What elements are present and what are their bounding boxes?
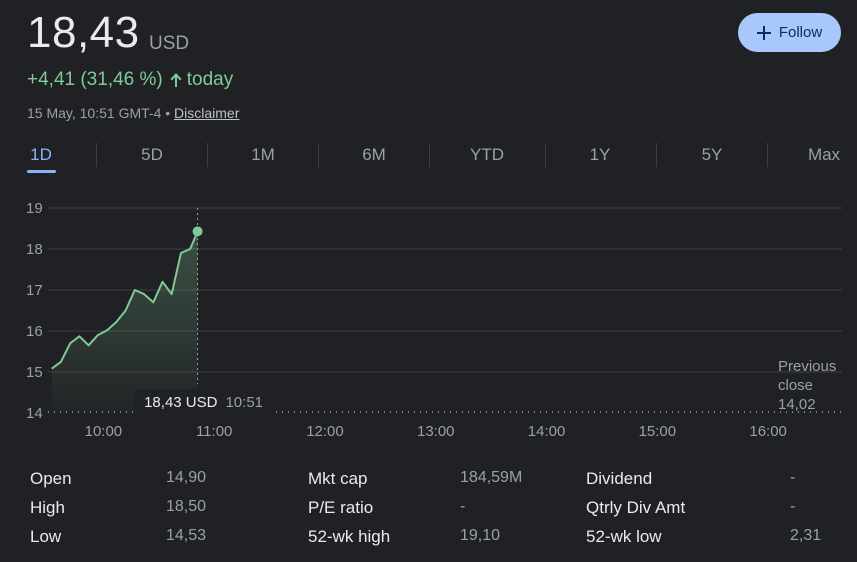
stat-value: 18,50 (166, 498, 207, 515)
last-price-point (192, 226, 203, 237)
y-tick-label: 17 (26, 282, 43, 299)
tab-divider (96, 143, 97, 167)
stat-label: Mkt cap (308, 469, 368, 488)
tab-divider (545, 143, 546, 167)
previous-close-label: Previous (778, 358, 836, 375)
stat-value: 19,10 (460, 527, 501, 544)
plus-icon (756, 25, 771, 40)
tab-1d[interactable]: 1D (30, 145, 52, 165)
stat-value: - (790, 498, 796, 515)
stat-value: 184,59M (460, 469, 523, 486)
y-tick-label: 16 (26, 323, 43, 340)
stat-label: P/E ratio (308, 498, 374, 517)
tab-divider (318, 143, 319, 167)
quote-timestamp: 15 May, 10:51 GMT-4 • (27, 105, 171, 121)
tab-5d[interactable]: 5D (141, 145, 163, 165)
x-tick-label: 11:00 (196, 423, 232, 440)
range-tabs: 1D 5D 1M 6M YTD 1Y 5Y Max (0, 140, 857, 176)
y-tick-label: 14 (26, 405, 43, 422)
x-tick-label: 16:00 (749, 423, 787, 440)
tab-6m[interactable]: 6M (362, 145, 386, 165)
x-tick-label: 10:00 (85, 423, 123, 440)
stat-label: 52-wk high (308, 527, 391, 546)
tooltip-price: 18,43 USD (144, 394, 218, 411)
follow-label: Follow (778, 24, 823, 41)
stat-value: 2,31 (790, 527, 822, 544)
disclaimer-link[interactable]: Disclaimer (174, 105, 239, 121)
stat-label: Qtrly Div Amt (586, 498, 686, 517)
stock-price: 18,43 (27, 8, 140, 57)
tab-1y[interactable]: 1Y (590, 145, 611, 165)
tab-max[interactable]: Max (808, 145, 840, 165)
stat-label: Open (30, 469, 72, 488)
tab-1m[interactable]: 1M (251, 145, 275, 165)
stat-label: 52-wk low (586, 527, 662, 546)
x-tick-label: 15:00 (639, 423, 677, 440)
x-tick-label: 14:00 (528, 423, 566, 440)
stat-label: Low (30, 527, 62, 546)
price-area (51, 231, 198, 413)
tooltip-time: 10:51 (225, 394, 263, 411)
stat-label: Dividend (586, 469, 653, 488)
x-tick-label: 13:00 (417, 423, 455, 440)
price-tooltip: 18,43 USD 10:51 (134, 389, 274, 415)
tab-ytd[interactable]: YTD (470, 145, 504, 165)
price-change: +4,41 (31,46 %) today (27, 69, 233, 91)
y-tick-label: 18 (26, 241, 43, 258)
tab-divider (656, 143, 657, 167)
price-currency: USD (149, 33, 190, 54)
arrow-up-icon (170, 73, 182, 87)
change-value: +4,41 (31,46 %) (27, 69, 163, 90)
stat-value: 14,53 (166, 527, 207, 544)
tab-divider (207, 143, 208, 167)
stat-value: - (790, 469, 796, 486)
stat-value: - (460, 498, 466, 515)
change-period: today (186, 69, 234, 90)
y-tick-label: 15 (26, 364, 43, 381)
tab-5y[interactable]: 5Y (702, 145, 723, 165)
follow-button[interactable]: Follow (738, 13, 841, 52)
active-tab-indicator (27, 170, 56, 173)
tab-divider (767, 143, 768, 167)
previous-close-label: close (778, 377, 813, 394)
previous-close-value: 14,02 (778, 396, 816, 413)
x-tick-label: 12:00 (306, 423, 344, 440)
quote-meta: 15 May, 10:51 GMT-4 • Disclaimer (27, 105, 239, 121)
stat-value: 14,90 (166, 469, 207, 486)
tab-divider (429, 143, 430, 167)
y-tick-label: 19 (26, 200, 43, 217)
stat-label: High (30, 498, 65, 517)
price-chart[interactable]: 19 18 17 16 15 14 10:00 11:00 12:00 13:00 14:00 15… (0, 190, 857, 450)
